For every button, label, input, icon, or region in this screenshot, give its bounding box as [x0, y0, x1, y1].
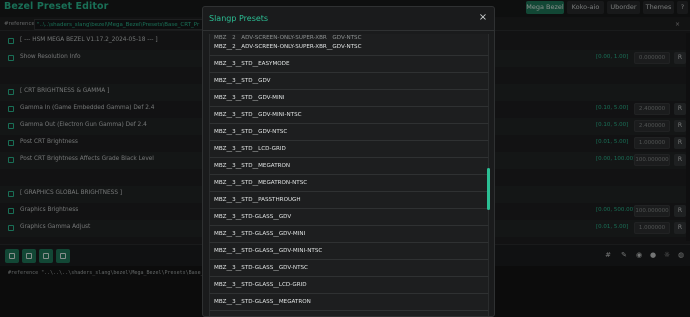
preset-item[interactable]: MBZ__3__STD__MEGATRON	[209, 158, 489, 175]
preset-item[interactable]: MBZ__3__STD__EASYMODE	[209, 56, 489, 73]
preset-item[interactable]: MBZ__3__STD__MEGATRON-NTSC	[209, 175, 489, 192]
preset-item[interactable]: MBZ__3__STD-GLASS__MEGATRON-NTSC	[209, 311, 489, 316]
preset-item[interactable]: MBZ__3__STD__PASSTHROUGH	[209, 192, 489, 209]
slangp-presets-dialog: Slangp Presets × MBZ__2__ADV-SCREEN-ONLY…	[202, 6, 495, 317]
preset-item[interactable]: MBZ__3__STD-GLASS__GDV	[209, 209, 489, 226]
preset-item[interactable]: MBZ__3__STD-GLASS__GDV-MINI-NTSC	[209, 243, 489, 260]
preset-item[interactable]: MBZ__3__STD-GLASS__GDV-MINI	[209, 226, 489, 243]
preset-list: MBZ__2__ADV-SCREEN-ONLY-SUPER-XBR__GDV-N…	[209, 34, 489, 316]
preset-item[interactable]: MBZ__3__STD-GLASS__GDV-NTSC	[209, 260, 489, 277]
preset-item[interactable]: MBZ__3__STD__GDV	[209, 73, 489, 90]
preset-item[interactable]: MBZ__2__ADV-SCREEN-ONLY-SUPER-XBR__GDV-N…	[209, 39, 489, 56]
preset-item[interactable]: MBZ__3__STD__GDV-MINI	[209, 90, 489, 107]
preset-item[interactable]: MBZ__3__STD__LCD-GRID	[209, 141, 489, 158]
preset-item[interactable]: MBZ__3__STD__GDV-MINI-NTSC	[209, 107, 489, 124]
preset-item[interactable]: MBZ__3__STD-GLASS__MEGATRON	[209, 294, 489, 311]
close-icon[interactable]: ×	[477, 12, 489, 24]
preset-item[interactable]: MBZ__3__STD-GLASS__LCD-GRID	[209, 277, 489, 294]
dialog-title: Slangp Presets	[209, 14, 269, 23]
preset-item[interactable]: MBZ__3__STD__GDV-NTSC	[209, 124, 489, 141]
preset-list-scrollbar[interactable]	[487, 168, 490, 210]
dialog-header: Slangp Presets ×	[203, 7, 494, 31]
